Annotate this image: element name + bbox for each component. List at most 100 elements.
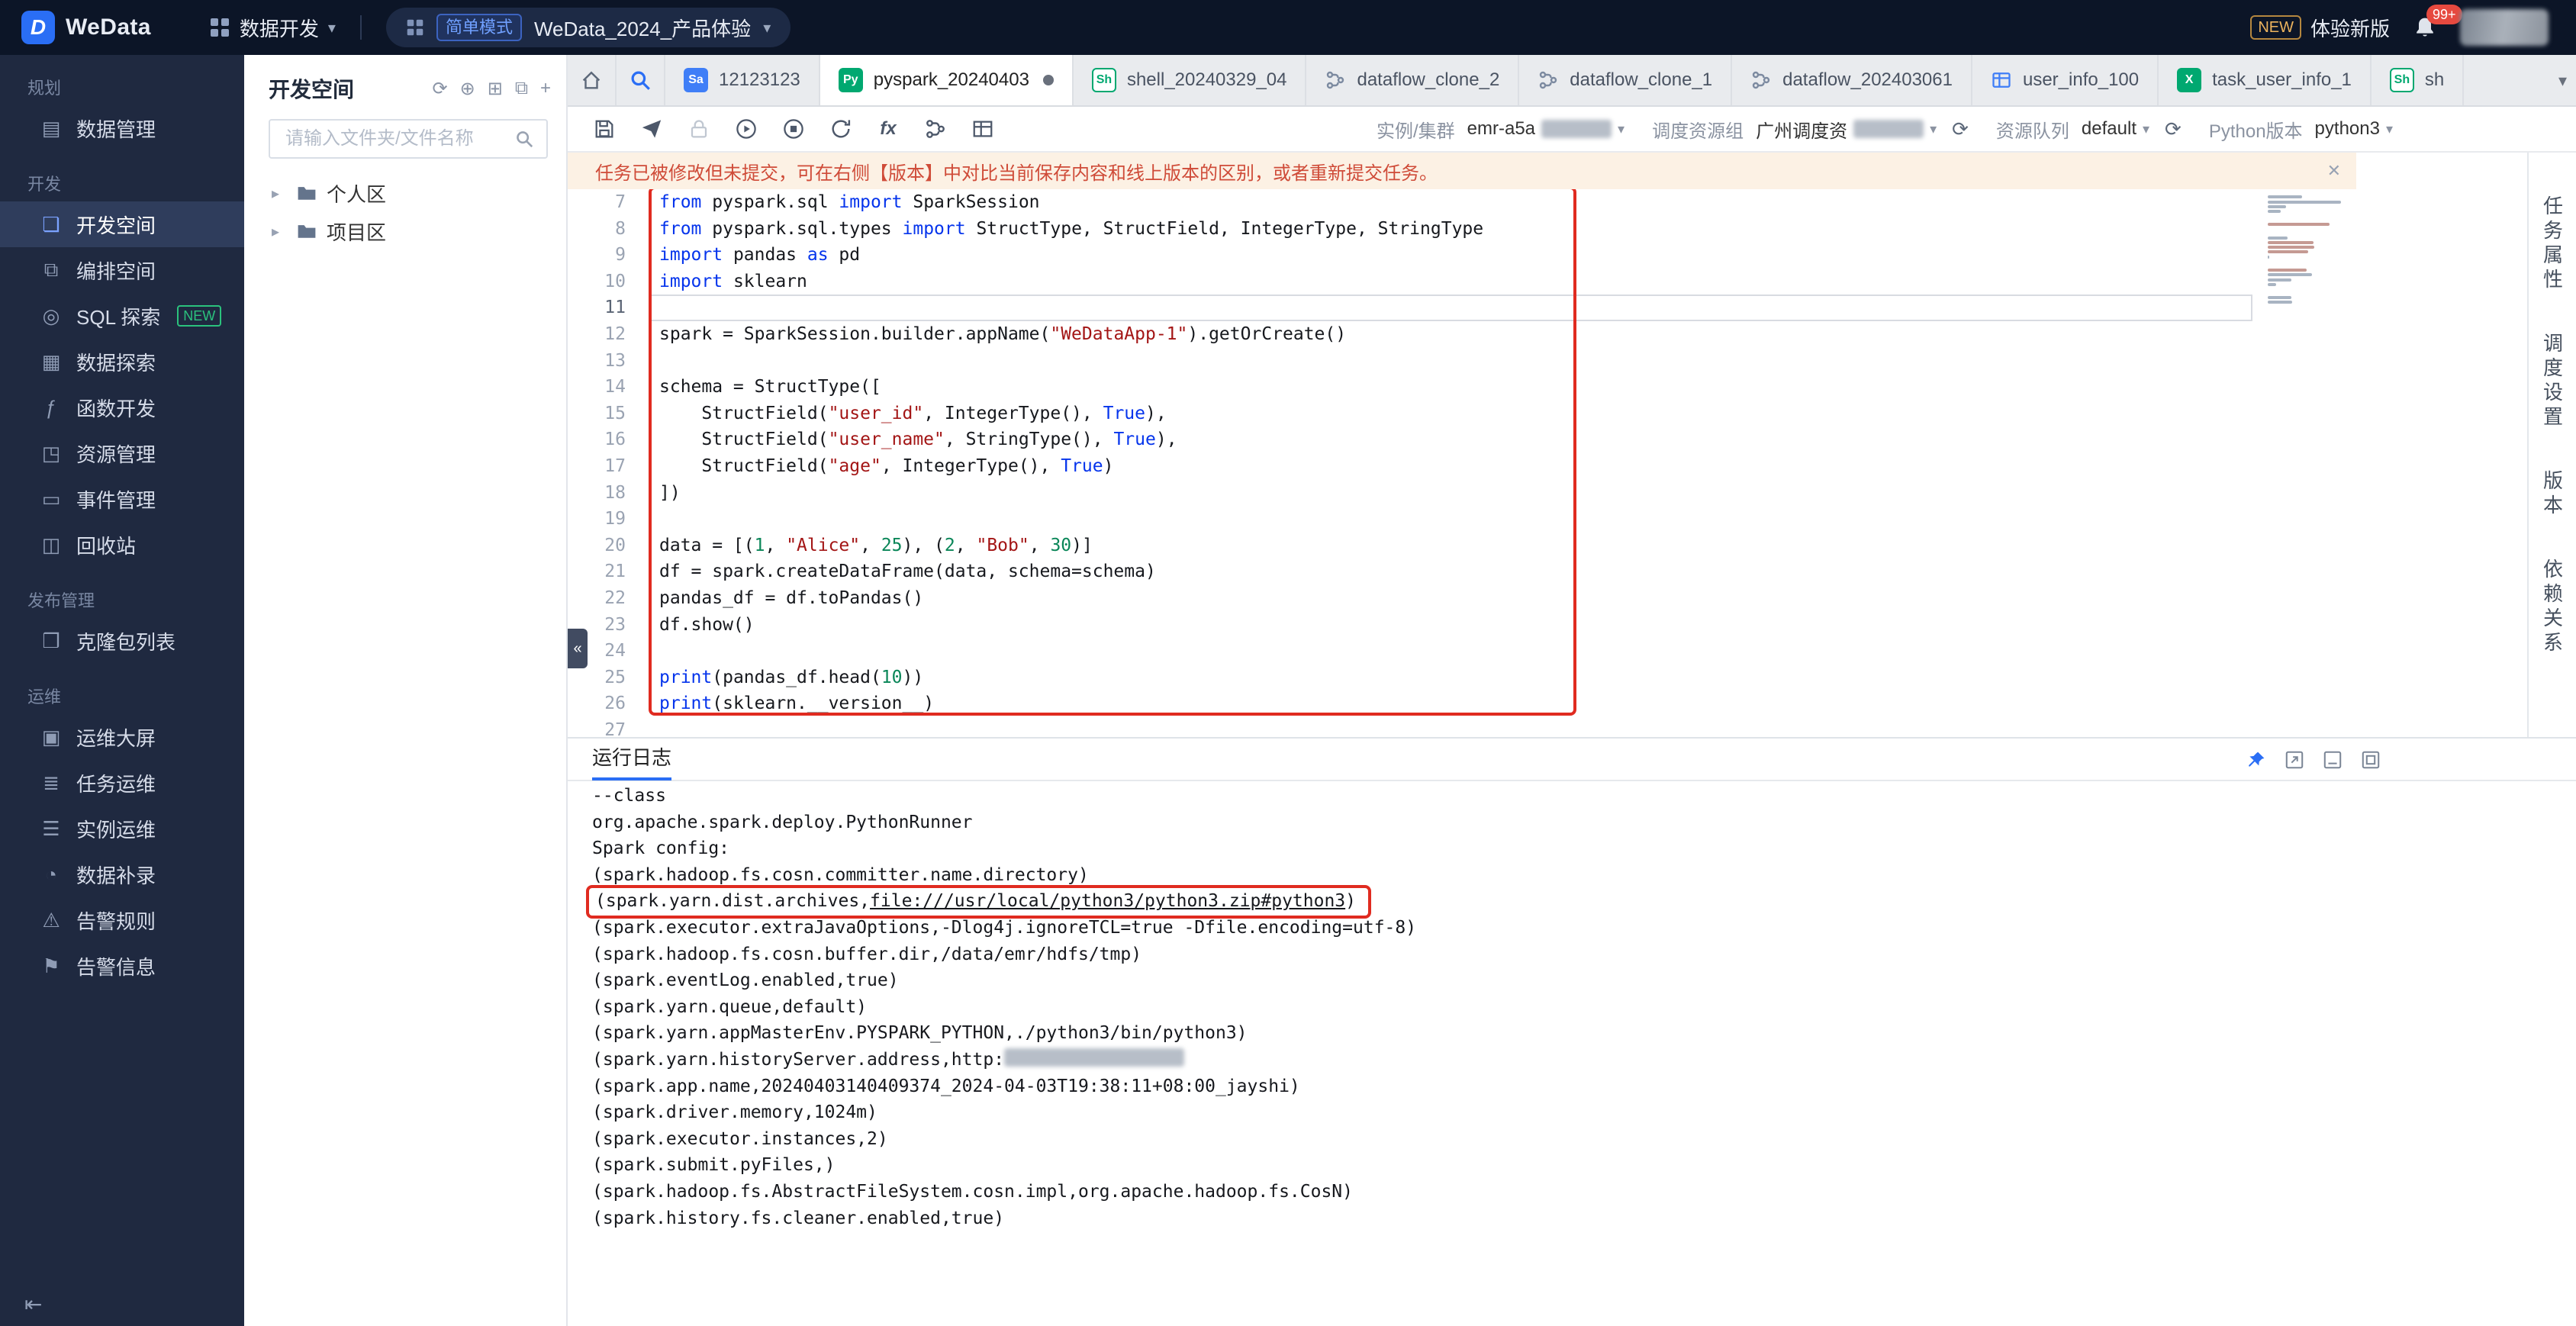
code-line[interactable] — [650, 348, 2252, 375]
bell-icon[interactable]: 99+ — [2413, 5, 2462, 40]
search-input[interactable] — [282, 127, 514, 151]
tab-dataflow_202403061[interactable]: dataflow_202403061 — [1732, 55, 1972, 105]
code-line[interactable]: StructField("user_name", StringType(), T… — [650, 426, 2252, 453]
popout-icon[interactable] — [2285, 750, 2304, 770]
sidebar-item-task-ops[interactable]: ≣ 任务运维 — [0, 760, 244, 806]
tab-run-log[interactable]: 运行日志 — [592, 738, 672, 780]
run-icon[interactable] — [734, 117, 758, 141]
sidebar-item-instance-ops[interactable]: ☰ 实例运维 — [0, 806, 244, 851]
module-switcher[interactable]: 数据开发 ▾ — [209, 14, 336, 42]
tab-dataflow_clone_2[interactable]: dataflow_clone_2 — [1306, 55, 1520, 105]
try-new-version-link[interactable]: 体验新版 — [2310, 14, 2390, 42]
sidebar-item-sql-explore[interactable]: ◎ SQL 探索 NEW — [0, 293, 244, 339]
editor-code[interactable]: from pyspark.sql import SparkSession from… — [650, 189, 2256, 737]
fx-icon[interactable]: fx — [876, 117, 900, 141]
maximize-icon[interactable] — [2361, 750, 2381, 770]
collapse-explorer-handle[interactable]: « — [568, 629, 588, 668]
tree-item-personal-area[interactable]: ▸ 个人区 — [244, 174, 566, 212]
project-selector[interactable]: 简单模式 WeData_2024_产品体验 ▾ — [385, 8, 791, 47]
rerun-icon[interactable] — [829, 117, 853, 141]
cluster-select[interactable]: emr-a5a ▾ — [1467, 118, 1624, 140]
right-tab-dependencies[interactable]: 依赖关系 — [2539, 558, 2567, 656]
pin-icon[interactable] — [2246, 750, 2266, 770]
sidebar-item-event-manage[interactable]: ▭ 事件管理 — [0, 476, 244, 522]
sidebar-item-alarm-info[interactable]: ⚑ 告警信息 — [0, 943, 244, 989]
code-line[interactable]: StructField("user_id", IntegerType(), Tr… — [650, 401, 2252, 427]
tab-task_user_info_1[interactable]: Xtask_user_info_1 — [2159, 55, 2372, 105]
sidebar-item-function-dev[interactable]: ƒ 函数开发 — [0, 385, 244, 430]
python-version-select[interactable]: python3 ▾ — [2315, 118, 2393, 140]
stop-icon[interactable] — [781, 117, 806, 141]
tab-12123123[interactable]: Sa 12123123 — [665, 55, 820, 105]
table-icon[interactable] — [971, 117, 995, 141]
close-icon[interactable]: ✕ — [2327, 161, 2341, 181]
sidebar-item-ops-dashboard[interactable]: ▣ 运维大屏 — [0, 714, 244, 760]
submit-icon[interactable] — [639, 117, 664, 141]
right-tab-task-props[interactable]: 任务属性 — [2539, 195, 2567, 293]
tab-dataflow_clone_1[interactable]: dataflow_clone_1 — [1519, 55, 1733, 105]
sidebar-item-data-explore[interactable]: ▦ 数据探索 — [0, 339, 244, 385]
code-line[interactable]: pandas_df = df.toPandas() — [650, 585, 2252, 612]
home-tab[interactable] — [568, 55, 617, 105]
tree-item-project-area[interactable]: ▸ 项目区 — [244, 212, 566, 250]
caret-icon[interactable]: ▸ — [272, 184, 287, 203]
python-version-label: Python版本 — [2208, 121, 2303, 142]
sidebar-item-data-manage[interactable]: ▤ 数据管理 — [0, 105, 244, 151]
tab-user_info_100[interactable]: user_info_100 — [1972, 55, 2159, 105]
right-tab-version[interactable]: 版本 — [2539, 470, 2567, 519]
refresh-icon[interactable]: ⟳ — [2165, 117, 2182, 141]
sidebar-item-recycle-bin[interactable]: ◫ 回收站 — [0, 522, 244, 568]
tab-pyspark_20240403[interactable]: Py pyspark_20240403 — [819, 55, 1074, 105]
save-icon[interactable] — [592, 117, 617, 141]
tab-overflow-icon[interactable]: ▾ — [2558, 55, 2567, 107]
refresh-icon[interactable]: ⟳ — [433, 78, 448, 100]
sidebar-item-orchestration[interactable]: ⧉ 编排空间 — [0, 247, 244, 293]
code-line[interactable]: from pyspark.sql import SparkSession — [650, 189, 2252, 216]
code-line[interactable]: data = [(1, "Alice", 25), (2, "Bob", 30)… — [650, 533, 2252, 559]
collapse-sidebar-icon[interactable]: ⇤ — [24, 1292, 42, 1317]
copy-icon[interactable]: ⧉ — [515, 78, 528, 100]
search-icon[interactable] — [514, 129, 534, 149]
sidebar-item-resource-manage[interactable]: ◳ 资源管理 — [0, 430, 244, 476]
lock-icon[interactable] — [687, 117, 711, 141]
avatar[interactable] — [2460, 9, 2549, 46]
resource-queue-value: default — [2081, 118, 2136, 139]
code-editor[interactable]: 7 8 9 10 11 12 13 14 15 16 17 18 19 20 21 22 23 24 25 26 27 … — [568, 189, 2527, 737]
code-line[interactable]: print(sklearn.__version__) — [650, 690, 2252, 717]
code-line[interactable]: df.show() — [650, 612, 2252, 639]
wedata-logo[interactable]: D WeData — [21, 11, 151, 44]
minimize-icon[interactable] — [2323, 750, 2343, 770]
code-line[interactable] — [650, 294, 2252, 321]
caret-icon[interactable]: ▸ — [272, 222, 287, 241]
tab-shell_20240329_04[interactable]: Sh shell_20240329_04 — [1074, 55, 1307, 105]
sidebar-item-clone-list[interactable]: ❒ 克隆包列表 — [0, 618, 244, 664]
code-line[interactable]: StructField("age", IntegerType(), True) — [650, 453, 2252, 480]
warning-text: 任务已被修改但未提交，可在右侧【版本】中对比当前保存内容和线上版本的区别，或者重… — [595, 163, 1438, 184]
new-folder-icon[interactable]: ⊞ — [488, 78, 503, 100]
code-line[interactable] — [650, 506, 2252, 533]
sidebar-item-dev-space[interactable]: ❏ 开发空间 — [0, 201, 244, 247]
refresh-icon[interactable]: ⟳ — [1952, 117, 1969, 141]
workflow-icon[interactable] — [923, 117, 948, 141]
code-line[interactable]: spark = SparkSession.builder.appName("We… — [650, 321, 2252, 348]
code-line[interactable] — [650, 717, 2252, 737]
code-line[interactable]: from pyspark.sql.types import StructType… — [650, 216, 2252, 243]
minimap[interactable] — [2265, 194, 2350, 312]
resource-queue-select[interactable]: default ▾ — [2082, 118, 2149, 140]
locate-icon[interactable]: ⊕ — [460, 78, 475, 100]
code-line[interactable]: df = spark.createDataFrame(data, schema=… — [650, 558, 2252, 585]
scheduler-group-select[interactable]: 广州调度资 ▾ — [1756, 116, 1937, 143]
code-line[interactable]: schema = StructType([ — [650, 374, 2252, 401]
sidebar-item-alarm-rules[interactable]: ⚠ 告警规则 — [0, 897, 244, 943]
code-line[interactable]: import sklearn — [650, 269, 2252, 295]
sidebar-item-data-backfill[interactable]: ◔ 数据补录 — [0, 851, 244, 897]
search-box[interactable] — [269, 119, 548, 159]
code-line[interactable]: ]) — [650, 480, 2252, 507]
search-tab[interactable] — [617, 55, 665, 105]
code-line[interactable]: import pandas as pd — [650, 242, 2252, 269]
code-line[interactable]: print(pandas_df.head(10)) — [650, 665, 2252, 691]
tab-sh[interactable]: Sh sh — [2372, 55, 2465, 105]
add-icon[interactable]: + — [540, 78, 551, 100]
code-line[interactable] — [650, 638, 2252, 665]
right-tab-schedule-settings[interactable]: 调度设置 — [2539, 333, 2567, 430]
